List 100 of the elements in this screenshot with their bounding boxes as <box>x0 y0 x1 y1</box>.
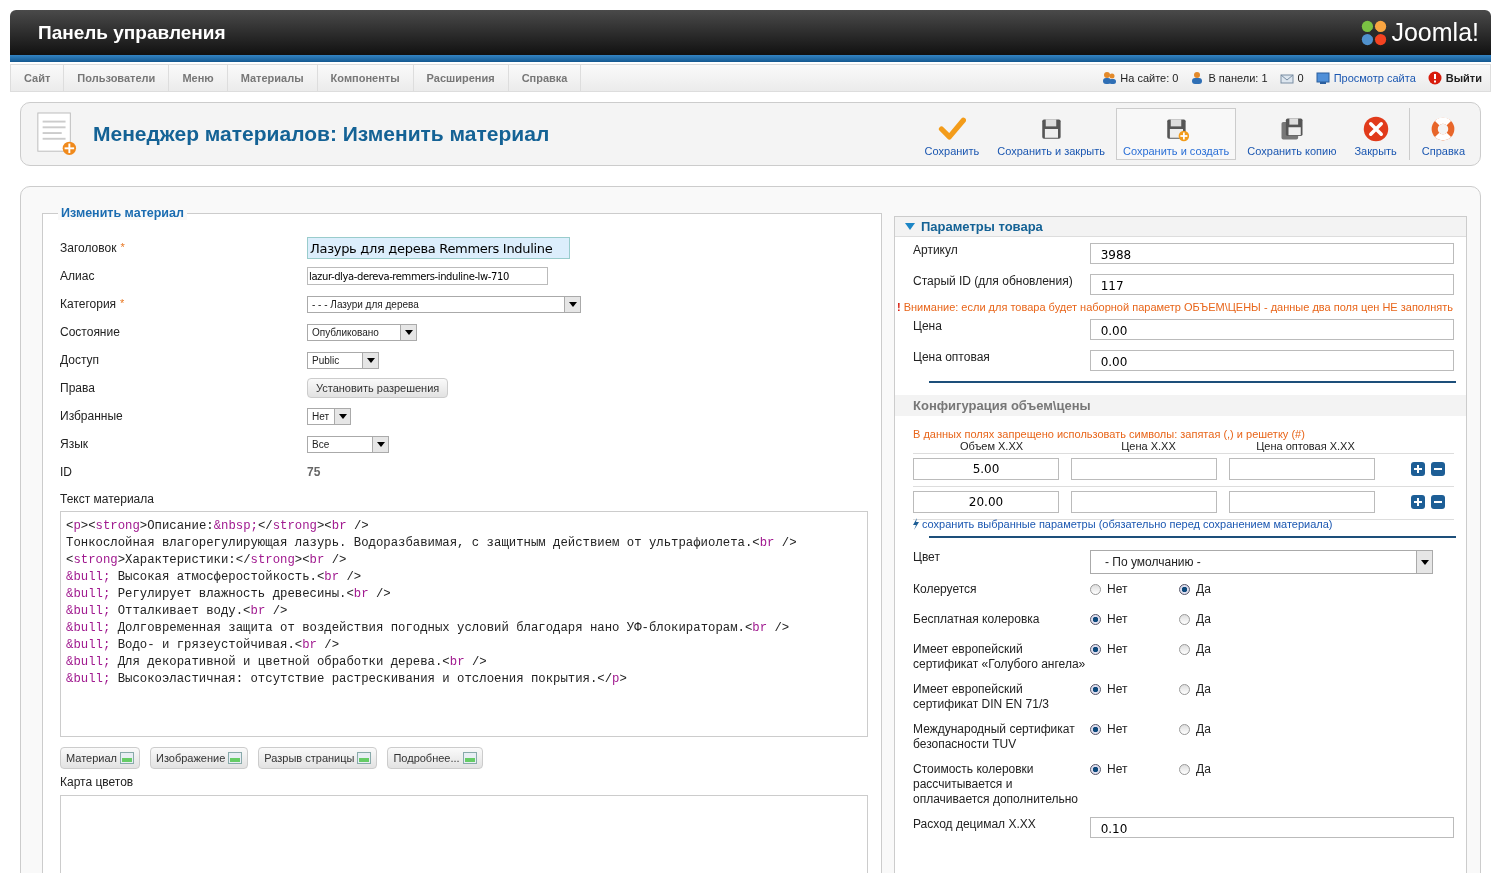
monitor-icon <box>1315 71 1330 85</box>
input-field[interactable]: 0.00 <box>1089 350 1454 371</box>
column-header: Цена оптовая X.XX <box>1255 440 1356 452</box>
params-header[interactable]: Параметры товара <box>895 217 1466 237</box>
field-label: Цвет <box>913 550 941 564</box>
checkmark-icon <box>937 115 966 143</box>
input-field[interactable] <box>1229 458 1375 480</box>
required-mark: * <box>120 297 125 309</box>
id-value: 75 <box>307 465 321 479</box>
input-field[interactable]: 0.10 <box>1089 817 1454 838</box>
input-field[interactable] <box>1071 491 1217 513</box>
toolbar-button[interactable]: Сохранить и создать <box>1115 108 1237 160</box>
input-field[interactable]: 20.00 <box>913 491 1059 513</box>
exclamation-icon <box>1427 71 1442 85</box>
minus-icon[interactable] <box>1431 495 1445 509</box>
radio-button[interactable] <box>1090 724 1101 735</box>
field-label: Колеруется <box>913 582 978 597</box>
fieldset-legend: Изменить материал <box>58 206 187 220</box>
dropdown[interactable]: - - - Лазури для дерева <box>307 295 581 313</box>
radio-button[interactable] <box>1090 764 1101 775</box>
radio-button[interactable] <box>1179 684 1190 695</box>
field-label: Цена <box>913 319 943 333</box>
dropdown[interactable]: Все <box>307 435 389 453</box>
menu-item[interactable]: Пользователи <box>64 65 170 91</box>
field-label: Избранные <box>60 409 123 423</box>
menu-item[interactable]: Компоненты <box>317 65 414 91</box>
editor-button[interactable]: Подробнее... <box>387 746 483 769</box>
color-map-editor[interactable] <box>60 794 868 873</box>
minus-icon[interactable] <box>1431 462 1445 476</box>
envelope-icon <box>1279 71 1294 85</box>
field-label: Заголовок <box>60 241 117 255</box>
radio-label: Да <box>1196 612 1211 627</box>
plus-icon[interactable] <box>1411 462 1425 476</box>
required-mark: * <box>120 241 125 253</box>
radio-button[interactable] <box>1179 764 1190 775</box>
input-field[interactable]: 117 <box>1089 274 1454 295</box>
dropdown[interactable]: Нет <box>307 407 351 425</box>
plus-icon[interactable] <box>1411 495 1425 509</box>
radio-label: Да <box>1196 762 1211 777</box>
editor-button[interactable]: Разрыв страницы <box>258 746 378 769</box>
caret-icon <box>362 352 378 368</box>
dropdown[interactable]: Опубликовано <box>307 323 417 341</box>
permissions-button[interactable]: Установить разрешения <box>307 378 449 398</box>
input-field[interactable]: 3988 <box>1089 243 1454 264</box>
field-label: Бесплатная колеровка <box>913 612 1041 627</box>
dropdown[interactable]: Public <box>307 351 379 369</box>
editor-button[interactable]: Материал <box>60 746 140 769</box>
input-field[interactable] <box>1229 491 1375 513</box>
dropdown[interactable]: - По умолчанию - <box>1090 550 1433 574</box>
editor-button[interactable]: Изображение <box>150 746 249 769</box>
menu-item[interactable]: Меню <box>169 65 228 91</box>
radio-button[interactable] <box>1179 644 1190 655</box>
note-text: В данных полях запрещено использовать символы: запятая (,) и решетку (#) <box>913 428 1306 440</box>
radio-button[interactable] <box>1090 584 1101 595</box>
radio-button[interactable] <box>1090 684 1101 695</box>
code-line: &bull; Долговременная защита от воздействия погодных условий благодаря нано УФ-блокираторам.<br /> <box>66 620 791 637</box>
radio-button[interactable] <box>1179 724 1190 735</box>
status-text: На сайте: 0 <box>1120 72 1179 84</box>
panel-title: Панель управления <box>38 21 226 44</box>
input-field[interactable]: 5.00 <box>913 458 1059 480</box>
menu-item[interactable]: Материалы <box>227 65 318 91</box>
input-field[interactable]: 0.00 <box>1089 319 1454 340</box>
toolbar-button[interactable]: Закрыть <box>1347 108 1404 160</box>
field-label: Доступ <box>60 353 100 367</box>
radio-label: Да <box>1196 682 1211 697</box>
radio-label: Нет <box>1107 642 1128 657</box>
code-line: <strong>Характеристики:</strong><br /> <box>66 552 348 569</box>
menu-item[interactable]: Расширения <box>413 65 509 91</box>
code-line: &bull; Высокоэластичная: отсутствие растрескивания и отслоения покрытия.</p> <box>66 671 628 688</box>
toolbar-button[interactable]: Сохранить и закрыть <box>990 108 1112 160</box>
radio-button[interactable] <box>1090 644 1101 655</box>
code-line: &bull; Водо- и грязеустойчивая.<br /> <box>66 637 341 654</box>
toolbar-button[interactable]: Сохранить <box>917 108 987 160</box>
field-label: Стоимость колеровки рассчитывается и оплачивается дополнительно <box>913 762 1080 807</box>
radio-label: Да <box>1196 642 1211 657</box>
column-header: Цена X.XX <box>1120 440 1177 452</box>
code-line: Тонкослойная влагорегулирующая лазурь. Водоразбавимая, с защитным действием от ультрафиолета.<br /> <box>66 535 798 552</box>
params-title: Параметры товара <box>921 219 1043 234</box>
input-field[interactable] <box>1071 458 1217 480</box>
user-icon <box>1190 71 1205 85</box>
logo-text: Joomla! <box>1391 18 1479 47</box>
menu-item[interactable]: Справка <box>508 65 582 91</box>
editor-label: Текст материала <box>60 492 155 506</box>
radio-button[interactable] <box>1090 614 1101 625</box>
alias-field[interactable]: lazur-dlya-dereva-remmers-induline-lw-710 <box>307 267 548 285</box>
radio-button[interactable] <box>1179 584 1190 595</box>
menu-item[interactable]: Сайт <box>11 65 65 91</box>
status-text: 0 <box>1297 72 1304 84</box>
column-header: Объем X.XX <box>958 440 1025 452</box>
radio-label: Нет <box>1107 582 1128 597</box>
radio-button[interactable] <box>1179 614 1190 625</box>
title-field[interactable]: Лазурь для дерева Remmers Induline <box>307 237 570 259</box>
toolbar-button[interactable]: Сохранить копию <box>1240 108 1344 160</box>
save-params-link[interactable]: сохранить выбранные параметры (обязательно перед сохранением материала) <box>922 518 1333 530</box>
status-link[interactable]: Выйти <box>1445 72 1482 84</box>
caret-icon <box>1416 551 1432 573</box>
toolbar-button[interactable]: Справка <box>1414 108 1472 160</box>
color-map-label: Карта цветов <box>60 774 135 789</box>
code-editor[interactable] <box>60 511 868 737</box>
status-link[interactable]: Просмотр сайта <box>1333 72 1416 84</box>
